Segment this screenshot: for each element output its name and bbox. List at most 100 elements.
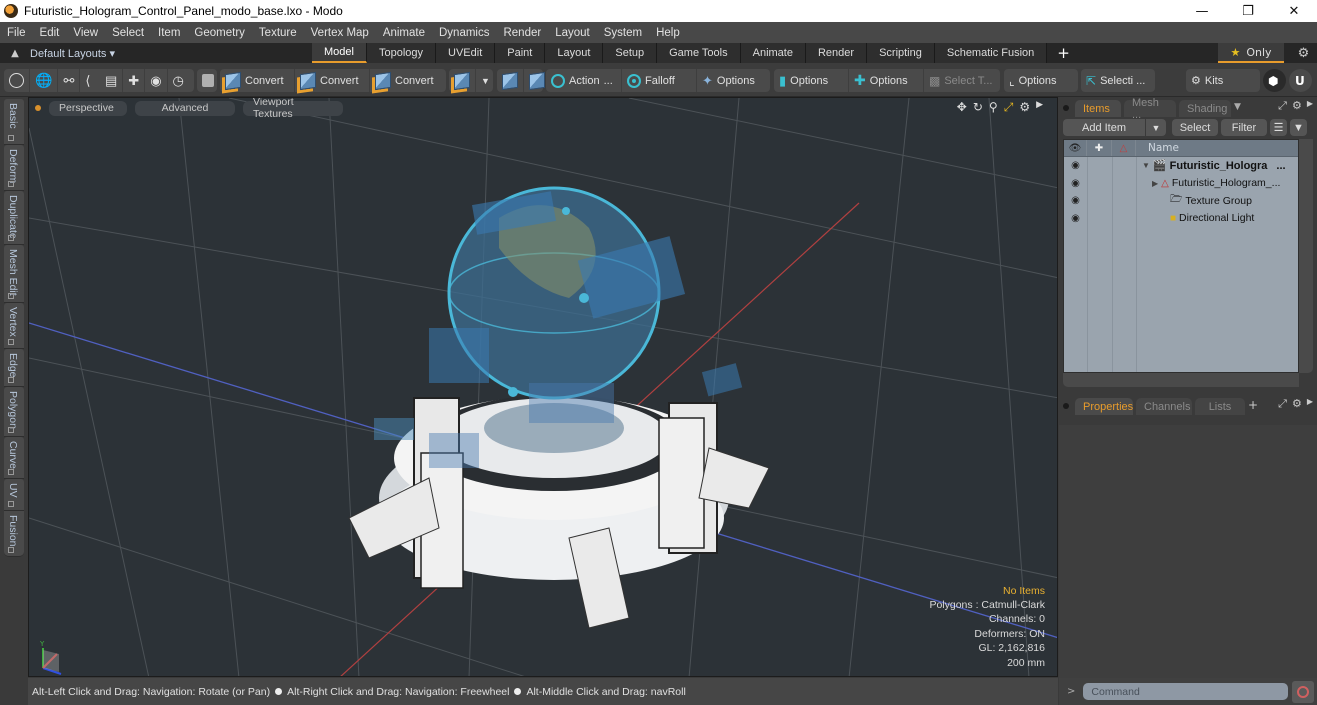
uv-mode-button[interactable]: ✚ — [123, 69, 146, 92]
tab-properties[interactable]: Properties — [1075, 398, 1133, 415]
chevron-right-icon[interactable]: ▶ — [1036, 100, 1043, 115]
tab-items[interactable]: Items — [1075, 100, 1121, 117]
zoom-icon[interactable]: ⚲ — [989, 100, 998, 115]
gear-icon[interactable]: ⚙ — [1290, 43, 1317, 63]
panel-gear-icon[interactable]: ⚙ — [1292, 397, 1302, 411]
eye-icon[interactable]: ◉ — [1064, 195, 1087, 206]
viewport-textures-button[interactable]: Viewport Textures — [243, 98, 343, 120]
tool-tab-curve[interactable]: Curve — [4, 437, 24, 479]
menu-select[interactable]: Select — [105, 27, 151, 39]
filter-button[interactable]: Filter — [1221, 119, 1267, 136]
menu-edit[interactable]: Edit — [33, 27, 67, 39]
falloff-button[interactable]: Falloff — [622, 69, 697, 92]
rotate-icon[interactable]: ↻ — [973, 100, 983, 115]
menu-geometry[interactable]: Geometry — [187, 27, 252, 39]
shading-mode-button[interactable]: Advanced — [135, 100, 235, 116]
layout-tab-game-tools[interactable]: Game Tools — [657, 43, 741, 63]
lock-column-icon[interactable]: ✚ — [1087, 140, 1112, 156]
tree-row-mesh[interactable]: ◉ ▶ △ Futuristic_Hologram_... — [1064, 175, 1298, 193]
layout-tab-schematic-fusion[interactable]: Schematic Fusion — [934, 43, 1048, 63]
tree-vertical-scrollbar[interactable] — [1299, 139, 1313, 373]
chevron-right-icon[interactable]: ▶ — [1307, 397, 1313, 411]
material-mode-button[interactable]: ▤ — [100, 69, 124, 92]
viewport-gear-icon[interactable]: ⚙ — [1019, 100, 1030, 115]
eye-icon[interactable]: ◉ — [1064, 160, 1087, 171]
menu-help[interactable]: Help — [649, 27, 687, 39]
layout-tab-layout[interactable]: Layout — [545, 43, 604, 63]
menu-item[interactable]: Item — [151, 27, 187, 39]
close-button[interactable]: ✕ — [1271, 0, 1317, 22]
name-column-header[interactable]: Name — [1136, 140, 1298, 156]
kits-button[interactable]: ⚙ Kits — [1186, 69, 1260, 92]
expand-panel-icon[interactable]: ⤢ — [1278, 99, 1287, 113]
expand-panel-icon[interactable]: ⤢ — [1278, 397, 1287, 411]
symmetry-options-button[interactable]: ▮ Options — [774, 69, 849, 92]
tool-tab-deform[interactable]: Deform — [4, 145, 24, 191]
layout-tab-animate[interactable]: Animate — [740, 43, 806, 63]
selection-sets-button[interactable]: ⇱ Selecti ... — [1081, 69, 1155, 92]
menu-dynamics[interactable]: Dynamics — [432, 27, 496, 39]
eye-icon[interactable]: ◉ — [1064, 178, 1087, 189]
menu-view[interactable]: View — [66, 27, 105, 39]
convert-button-1[interactable]: Convert — [220, 69, 295, 92]
panel-gear-icon[interactable]: ⚙ — [1292, 99, 1302, 113]
edges-mode-button[interactable]: 🌐 — [30, 69, 59, 92]
tree-row-texture-group[interactable]: ◉ 🗁 Texture Group — [1064, 192, 1298, 210]
action-center-button[interactable]: Action... — [546, 69, 622, 92]
world-transform-button[interactable] — [497, 69, 524, 92]
primitive-button[interactable] — [449, 69, 476, 92]
command-input[interactable] — [1083, 683, 1289, 700]
unity-button[interactable]: ⬢ — [1263, 69, 1286, 92]
expand-triangle-icon[interactable]: ▼ — [1142, 161, 1150, 170]
layout-tab-scripting[interactable]: Scripting — [867, 43, 935, 63]
snapping-options-button[interactable]: ✦ Options — [697, 69, 770, 92]
menu-animate[interactable]: Animate — [376, 27, 432, 39]
menu-render[interactable]: Render — [496, 27, 548, 39]
items-mode-button[interactable]: ⟨ — [80, 69, 95, 92]
select-through-button[interactable]: ▩ Select T... — [924, 69, 1000, 92]
eye-icon[interactable]: ◉ — [1064, 213, 1087, 224]
chevron-right-icon[interactable]: ▶ — [1307, 99, 1313, 113]
tool-tab-basic[interactable]: Basic — [4, 99, 24, 145]
layout-tab-paint[interactable]: Paint — [495, 43, 546, 63]
tab-mesh[interactable]: Mesh ... — [1124, 97, 1176, 121]
menu-system[interactable]: System — [597, 27, 649, 39]
center-mode-button[interactable]: ◉ — [145, 69, 168, 92]
add-item-dropdown[interactable]: ▼ — [1146, 119, 1166, 136]
layout-tab-topology[interactable]: Topology — [366, 43, 437, 63]
vertices-mode-button[interactable] — [4, 69, 30, 92]
tab-lists[interactable]: Lists — [1195, 398, 1245, 415]
menu-texture[interactable]: Texture — [252, 27, 304, 39]
polygons-mode-button[interactable]: ⚯ — [58, 69, 81, 92]
add-tab-button[interactable]: + — [1248, 398, 1258, 412]
layout-tab-uvedit[interactable]: UVEdit — [436, 43, 496, 63]
viewport-menu-dot[interactable] — [35, 105, 41, 111]
default-layouts-dropdown[interactable]: Default Layouts ▾ — [30, 47, 115, 60]
list-options-icon[interactable]: ☰ — [1270, 119, 1287, 136]
primitive-dropdown[interactable]: ▼ — [476, 69, 495, 92]
menu-vertex-map[interactable]: Vertex Map — [304, 27, 376, 39]
tool-tab-uv[interactable]: UV — [4, 479, 24, 511]
unreal-button[interactable]: U — [1289, 69, 1312, 92]
add-layout-button[interactable]: + — [1047, 43, 1080, 63]
convert-button-3[interactable]: Convert — [370, 69, 445, 92]
workplane-options-button[interactable]: ✚ Options — [849, 69, 924, 92]
layout-tab-setup[interactable]: Setup — [603, 43, 658, 63]
funnel-icon[interactable]: ▼ — [1290, 119, 1307, 136]
view-mode-button[interactable]: Perspective — [49, 100, 127, 116]
panel-menu-dot[interactable] — [1063, 105, 1069, 111]
tool-tab-duplicate[interactable]: Duplicate — [4, 191, 24, 245]
3d-viewport[interactable]: Y Perspective Advanced Viewport Textures… — [28, 97, 1058, 677]
pan-icon[interactable]: ✥ — [957, 100, 967, 115]
select-button[interactable]: Select — [1172, 119, 1218, 136]
pivot-mode-button[interactable]: ◷ — [168, 69, 189, 92]
tab-shading[interactable]: Shading — [1179, 100, 1231, 117]
tool-tab-edge[interactable]: Edge — [4, 349, 24, 387]
tool-tab-fusion[interactable]: Fusion — [4, 511, 24, 557]
expand-triangle-icon[interactable]: ▶ — [1152, 179, 1158, 188]
layout-tab-model[interactable]: Model — [312, 43, 367, 63]
tool-tab-mesh-edit[interactable]: Mesh Edit — [4, 245, 24, 303]
tool-tab-polygon[interactable]: Polygon — [4, 387, 24, 437]
layout-pin-icon[interactable]: ▲ — [0, 48, 30, 59]
maximize-icon[interactable]: ⤢ — [1004, 100, 1014, 115]
